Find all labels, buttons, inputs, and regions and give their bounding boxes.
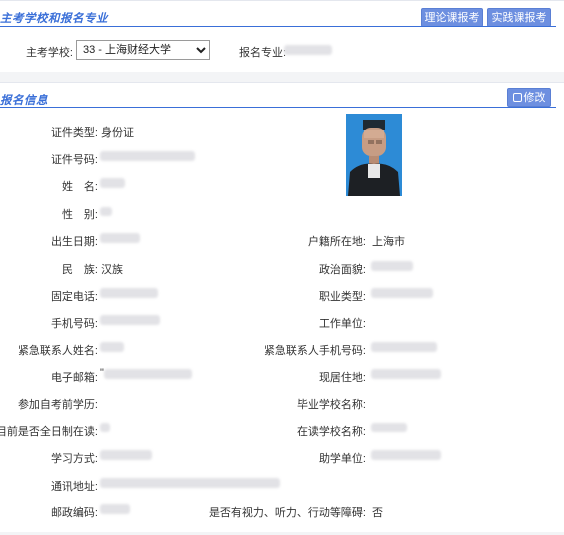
disability-value: 否 — [372, 507, 383, 519]
email-redacted — [104, 369, 192, 379]
edit-button[interactable]: 修改 — [507, 88, 551, 107]
household-value: 上海市 — [372, 236, 405, 248]
name-label: 姓 名: — [61, 181, 98, 193]
occupation-label: 职业类型: — [318, 291, 366, 303]
birthdate-label: 出生日期: — [50, 236, 98, 248]
fulltime-redacted — [100, 423, 110, 432]
mail-address-redacted — [100, 478, 280, 488]
exam-school-panel: 主考学校和报名专业 理论课报考 实践课报考 主考学校: 33 - 上海财经大学 … — [0, 0, 564, 72]
section-title-registration: 报名信息 — [0, 95, 48, 107]
theory-exam-button[interactable]: 理论课报考 — [421, 8, 483, 27]
major-value-redacted — [284, 45, 332, 55]
mobile-label: 手机号码: — [50, 318, 98, 330]
ethnicity-label: 民 族: — [61, 264, 98, 276]
study-mode-label: 学习方式: — [50, 453, 98, 465]
emergency-phone-label: 紧急联系人手机号码: — [263, 345, 366, 357]
major-label: 报名专业: — [239, 47, 287, 59]
email-label: 电子邮箱: — [50, 372, 98, 384]
id-number-redacted — [100, 151, 195, 161]
birthdate-redacted — [100, 233, 140, 243]
section-divider — [0, 107, 556, 108]
gender-label: 性 别: — [61, 209, 98, 221]
political-redacted — [371, 261, 413, 271]
emergency-phone-redacted — [371, 342, 437, 352]
current-school-redacted — [371, 423, 407, 432]
phone-label: 固定电话: — [50, 291, 98, 303]
id-type-value: 身份证 — [101, 127, 134, 139]
current-school-label: 在读学校名称: — [296, 426, 366, 438]
education-label: 参加自考前学历: — [17, 399, 98, 411]
phone-redacted — [100, 288, 158, 298]
edit-button-label: 修改 — [523, 92, 546, 104]
emergency-name-label: 紧急联系人姓名: — [17, 345, 98, 357]
mail-address-label: 通讯地址: — [50, 481, 98, 493]
mobile-redacted — [100, 315, 160, 325]
emergency-name-redacted — [100, 342, 124, 352]
edit-icon — [512, 93, 522, 102]
assist-unit-redacted — [371, 450, 441, 460]
id-type-label: 证件类型: — [50, 127, 98, 139]
registration-info-panel: 报名信息 修改 证件类型: 身份证 证件号码: 姓 名: 性 别: 出生日期: … — [0, 82, 564, 532]
workplace-label: 工作单位: — [318, 318, 366, 330]
gender-redacted — [100, 207, 112, 216]
school-select[interactable]: 33 - 上海财经大学 — [76, 40, 210, 60]
study-mode-redacted — [100, 450, 152, 460]
address-label: 现居住地: — [318, 372, 366, 384]
person-silhouette-icon — [346, 114, 402, 196]
section-title-school: 主考学校和报名专业 — [0, 13, 108, 25]
assist-unit-label: 助学单位: — [318, 453, 366, 465]
postcode-label: 邮政编码: — [50, 507, 98, 519]
political-label: 政治面貌: — [318, 264, 366, 276]
id-number-label: 证件号码: — [50, 154, 98, 166]
name-redacted — [100, 178, 125, 188]
graduate-school-label: 毕业学校名称: — [296, 399, 366, 411]
fulltime-label: 目前是否全日制在读: — [0, 426, 98, 438]
ethnicity-value: 汉族 — [101, 264, 123, 276]
disability-label: 是否有视力、听力、行动等障碍: — [208, 507, 366, 519]
household-label: 户籍所在地: — [307, 236, 366, 248]
postcode-redacted — [100, 504, 130, 514]
occupation-redacted — [371, 288, 433, 298]
section-divider — [0, 26, 556, 27]
school-label: 主考学校: — [25, 47, 73, 59]
applicant-photo — [346, 114, 402, 196]
address-redacted — [371, 369, 441, 379]
practice-exam-button[interactable]: 实践课报考 — [487, 8, 551, 27]
